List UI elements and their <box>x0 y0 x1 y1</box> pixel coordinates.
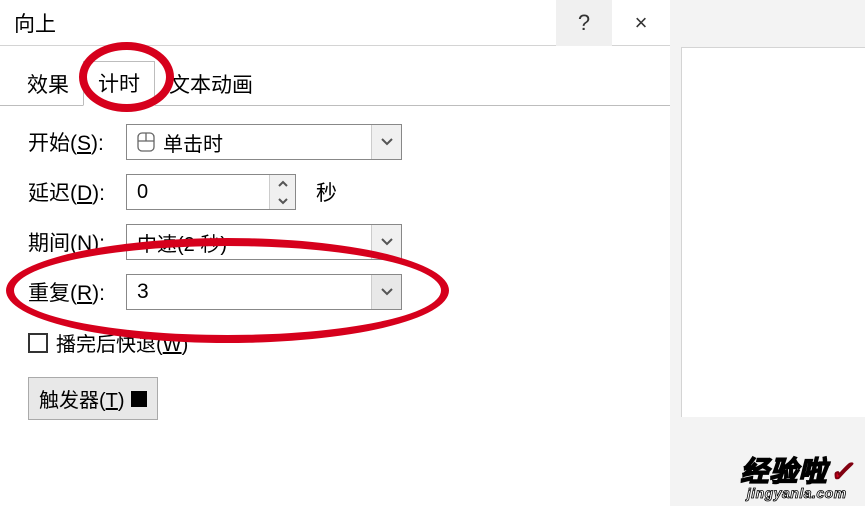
dialog-window: 向上 ? × 效果 计时 文本动画 开始(S): 单击时 <box>0 0 670 506</box>
row-trigger: 触发器(T) <box>28 377 642 420</box>
repeat-combo[interactable]: 3 <box>126 274 402 310</box>
start-combo[interactable]: 单击时 <box>126 124 402 160</box>
chevron-down-icon[interactable] <box>371 275 401 309</box>
label-duration: 期间(N): <box>28 227 126 257</box>
duration-combo[interactable]: 中速(2 秒) <box>126 224 402 260</box>
delay-value: 0 <box>127 175 269 209</box>
watermark-cn: 经验啦 <box>741 456 828 487</box>
watermark: 经验啦✓ jingyanla.com <box>741 458 853 500</box>
close-button[interactable]: × <box>612 0 670 46</box>
mouse-click-icon <box>137 131 155 153</box>
spinner-up-icon[interactable] <box>270 175 295 192</box>
repeat-value: 3 <box>127 280 371 304</box>
title-bar: 向上 ? × <box>0 0 670 46</box>
watermark-en: jingyanla.com <box>741 486 853 500</box>
expand-indicator-icon <box>131 391 147 407</box>
trigger-label: 触发器(T) <box>39 384 125 413</box>
form-area: 开始(S): 单击时 延迟(D): 0 <box>0 106 670 438</box>
row-duration: 期间(N): 中速(2 秒) <box>28 224 642 260</box>
duration-value: 中速(2 秒) <box>127 228 371 257</box>
dialog-title: 向上 <box>0 8 556 38</box>
label-rewind: 播完后快退(W) <box>56 328 188 357</box>
row-start: 开始(S): 单击时 <box>28 124 642 160</box>
tab-effect[interactable]: 效果 <box>13 63 83 106</box>
start-value: 单击时 <box>127 128 371 157</box>
document-area <box>681 47 865 417</box>
delay-unit: 秒 <box>316 177 337 207</box>
label-delay: 延迟(D): <box>28 177 126 207</box>
help-button[interactable]: ? <box>556 0 612 46</box>
chevron-down-icon[interactable] <box>371 125 401 159</box>
chevron-down-icon[interactable] <box>371 225 401 259</box>
trigger-button[interactable]: 触发器(T) <box>28 377 158 420</box>
row-delay: 延迟(D): 0 秒 <box>28 174 642 210</box>
checkbox-icon[interactable] <box>28 333 48 353</box>
delay-spinner[interactable]: 0 <box>126 174 296 210</box>
tab-timing[interactable]: 计时 <box>83 61 155 106</box>
row-repeat: 重复(R): 3 <box>28 274 642 310</box>
spinner-down-icon[interactable] <box>270 192 295 209</box>
label-start: 开始(S): <box>28 127 126 157</box>
watermark-check-icon: ✓ <box>830 456 853 487</box>
tab-strip: 效果 计时 文本动画 <box>0 66 670 106</box>
label-repeat: 重复(R): <box>28 277 126 307</box>
tab-text-animation[interactable]: 文本动画 <box>155 63 267 106</box>
row-rewind[interactable]: 播完后快退(W) <box>28 328 642 357</box>
spinner-buttons <box>269 175 295 209</box>
